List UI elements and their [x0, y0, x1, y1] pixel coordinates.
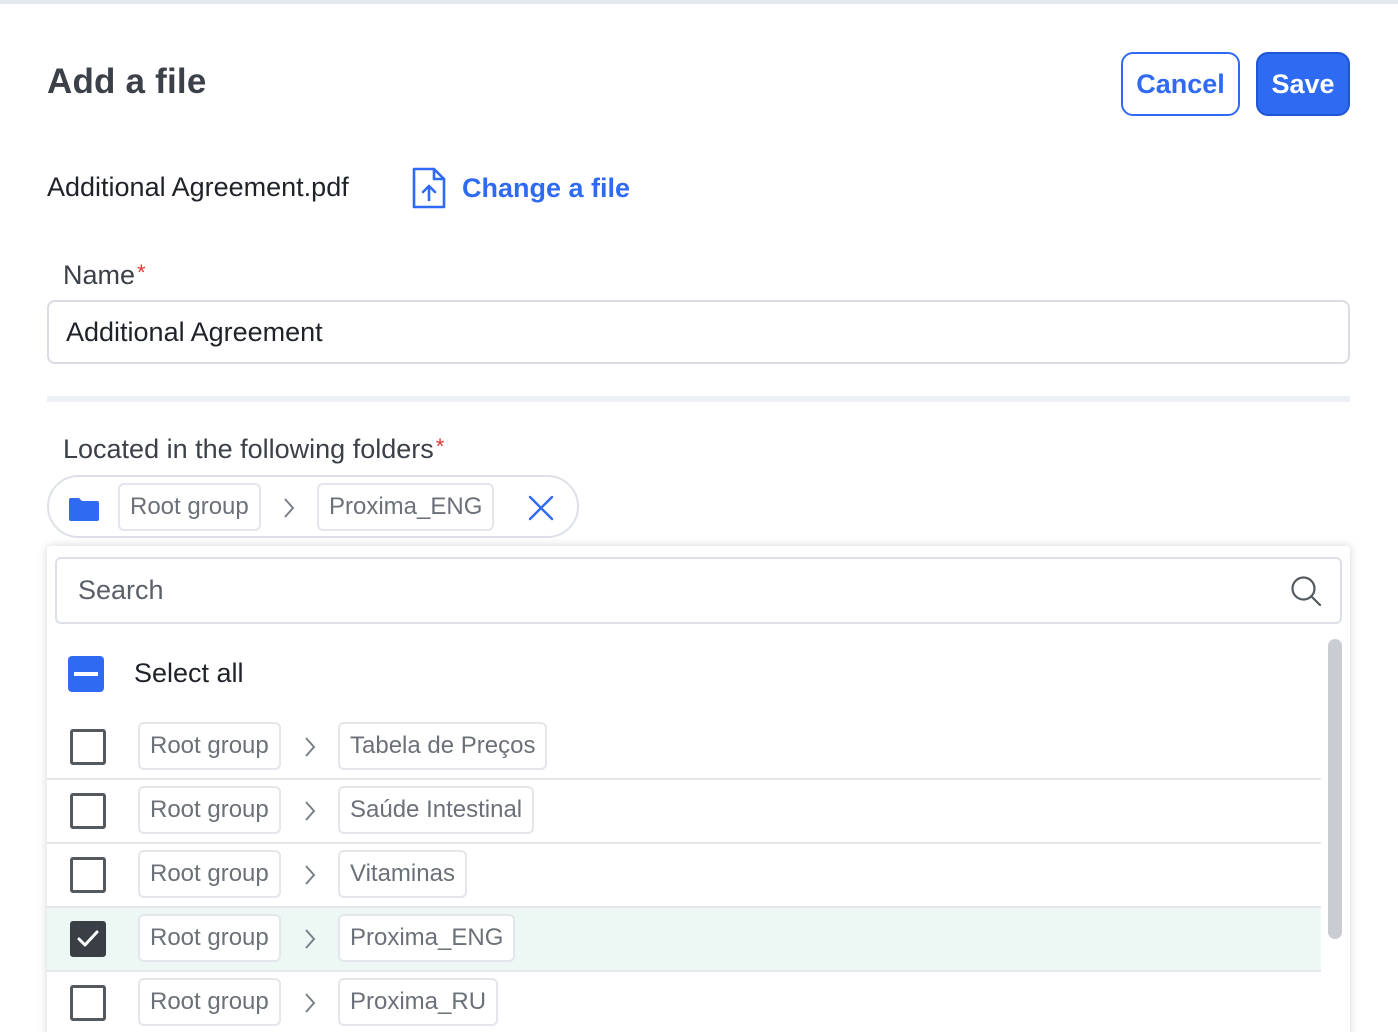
row-parent-tag: Root group: [138, 850, 281, 898]
row-checkbox[interactable]: [70, 729, 106, 765]
chevron-right-icon: [305, 737, 316, 757]
row-checkbox-checked[interactable]: [70, 921, 106, 957]
row-folder-tag: Tabela de Preços: [338, 722, 548, 770]
row-folder-tag: Proxima_RU: [338, 978, 499, 1026]
file-upload-icon: [412, 167, 446, 209]
folder-row[interactable]: Root group Proxima_RU: [47, 972, 1321, 1032]
checkmark-icon: [77, 930, 99, 947]
name-input[interactable]: Additional Agreement: [47, 300, 1350, 364]
row-parent-tag: Root group: [138, 978, 281, 1026]
file-name: Additional Agreement.pdf: [47, 172, 349, 202]
folder-row[interactable]: Root group Tabela de Preços: [47, 716, 1321, 780]
folder-row-selected[interactable]: Root group Proxima_ENG: [47, 908, 1321, 972]
row-parent-tag: Root group: [138, 914, 281, 962]
required-mark: *: [435, 434, 445, 459]
row-folder-tag: Vitaminas: [338, 850, 467, 898]
chevron-right-icon: [305, 801, 316, 821]
row-folder-tag: Proxima_ENG: [338, 914, 516, 962]
required-mark: *: [137, 260, 146, 285]
folder-row[interactable]: Root group Vitaminas: [47, 844, 1321, 908]
cancel-button[interactable]: Cancel: [1121, 52, 1240, 116]
row-checkbox[interactable]: [70, 985, 106, 1021]
row-parent-tag: Root group: [138, 786, 281, 834]
folder-list: Root group Tabela de Preços Root group S…: [47, 716, 1321, 1032]
chevron-right-icon: [305, 929, 316, 949]
search-icon[interactable]: [1290, 575, 1322, 607]
selected-folder-chip[interactable]: Root group Proxima_ENG: [47, 475, 579, 538]
top-border: [0, 0, 1398, 4]
folder-icon: [69, 498, 99, 521]
dialog-title: Add a file: [47, 62, 207, 101]
change-file-label: Change a file: [462, 172, 631, 203]
select-all-checkbox[interactable]: [68, 656, 104, 692]
select-all-row[interactable]: Select all: [47, 646, 1321, 704]
save-button[interactable]: Save: [1256, 52, 1350, 116]
chevron-right-icon: [305, 993, 316, 1013]
folder-row[interactable]: Root group Saúde Intestinal: [47, 780, 1321, 844]
row-parent-tag: Root group: [138, 722, 281, 770]
select-all-label: Select all: [134, 658, 244, 688]
chip-folder-tag: Proxima_ENG: [317, 483, 495, 531]
folders-label: Located in the following folders*: [63, 434, 445, 464]
divider: [47, 396, 1350, 402]
row-checkbox[interactable]: [70, 793, 106, 829]
row-folder-tag: Saúde Intestinal: [338, 786, 535, 834]
folder-dropdown: Search Select all Root group Tabela de P…: [47, 546, 1350, 1032]
remove-chip-icon[interactable]: [527, 494, 555, 522]
change-file-link[interactable]: Change a file: [410, 166, 630, 210]
name-label: Name*: [63, 260, 146, 290]
chevron-right-icon: [284, 498, 295, 518]
chip-parent-tag: Root group: [118, 483, 261, 531]
search-input[interactable]: Search: [55, 557, 1342, 624]
row-checkbox[interactable]: [70, 857, 106, 893]
scrollbar[interactable]: [1328, 639, 1342, 939]
search-placeholder: Search: [78, 575, 164, 605]
chevron-right-icon: [305, 865, 316, 885]
